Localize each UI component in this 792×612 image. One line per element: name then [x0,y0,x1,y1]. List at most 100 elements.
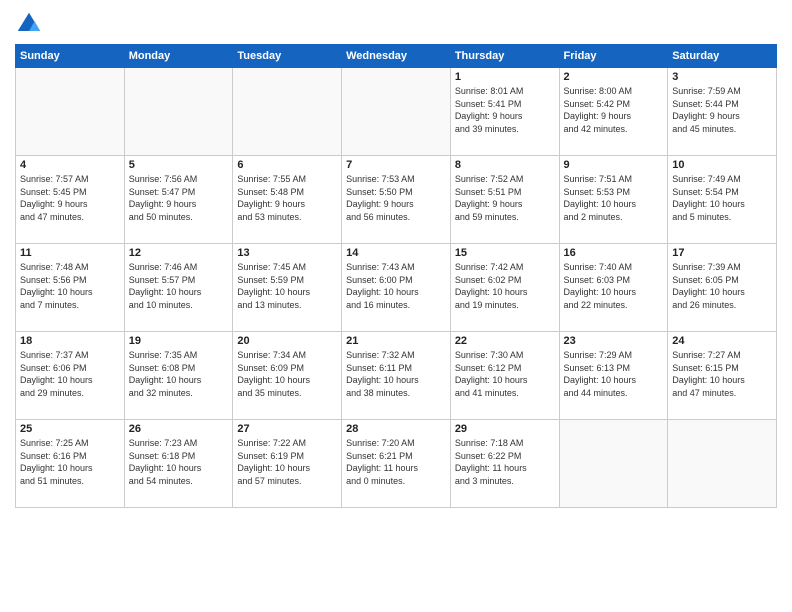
day-number: 2 [564,71,664,83]
day-info: Sunrise: 7:35 AM Sunset: 6:08 PM Dayligh… [129,349,229,399]
week-row-4: 25Sunrise: 7:25 AM Sunset: 6:16 PM Dayli… [16,420,777,508]
day-info: Sunrise: 7:40 AM Sunset: 6:03 PM Dayligh… [564,261,664,311]
calendar-cell: 21 Sunrise: 7:32 AM Sunset: 6:11 PM Dayli… [342,332,451,420]
day-info: Sunrise: 7:48 AM Sunset: 5:56 PM Dayligh… [20,261,120,311]
calendar-cell [233,68,342,156]
day-info: Sunrise: 7:32 AM Sunset: 6:11 PM Dayligh… [346,349,446,399]
calendar-cell: 22 Sunrise: 7:30 AM Sunset: 6:12 PM Dayli… [450,332,559,420]
week-row-1: 4Sunrise: 7:57 AM Sunset: 5:45 PM Daylig… [16,156,777,244]
day-number: 14 [346,247,446,259]
calendar-cell: 18 Sunrise: 7:37 AM Sunset: 6:06 PM Dayli… [16,332,125,420]
day-info: Sunrise: 8:01 AM Sunset: 5:41 PM Dayligh… [455,85,555,135]
day-number: 9 [564,159,664,171]
day-number: 24 [672,335,772,347]
header-day-tuesday: Tuesday [233,45,342,68]
calendar-cell [16,68,125,156]
calendar-cell [342,68,451,156]
calendar-table: SundayMondayTuesdayWednesdayThursdayFrid… [15,44,777,508]
page: SundayMondayTuesdayWednesdayThursdayFrid… [0,0,792,612]
day-number: 5 [129,159,229,171]
day-number: 10 [672,159,772,171]
week-row-3: 18 Sunrise: 7:37 AM Sunset: 6:06 PM Dayli… [16,332,777,420]
day-info: Sunrise: 7:51 AM Sunset: 5:53 PM Dayligh… [564,173,664,223]
day-number: 7 [346,159,446,171]
day-number: 15 [455,247,555,259]
logo-icon [15,10,43,38]
calendar-cell [668,420,777,508]
header-day-sunday: Sunday [16,45,125,68]
header-day-monday: Monday [124,45,233,68]
day-info: Sunrise: 7:46 AM Sunset: 5:57 PM Dayligh… [129,261,229,311]
calendar-cell: 10 Sunrise: 7:49 AM Sunset: 5:54 PM Dayli… [668,156,777,244]
calendar-header: SundayMondayTuesdayWednesdayThursdayFrid… [16,45,777,68]
day-number: 25 [20,423,120,435]
day-number: 21 [346,335,446,347]
day-number: 6 [237,159,337,171]
day-info: Sunrise: 7:53 AM Sunset: 5:50 PM Dayligh… [346,173,446,223]
week-row-2: 11 Sunrise: 7:48 AM Sunset: 5:56 PM Dayli… [16,244,777,332]
header-day-friday: Friday [559,45,668,68]
header-day-wednesday: Wednesday [342,45,451,68]
calendar-cell: 6 Sunrise: 7:55 AM Sunset: 5:48 PM Daylig… [233,156,342,244]
calendar-cell: 29 Sunrise: 7:18 AM Sunset: 6:22 PM Dayli… [450,420,559,508]
day-number: 28 [346,423,446,435]
calendar-cell: 11 Sunrise: 7:48 AM Sunset: 5:56 PM Dayli… [16,244,125,332]
header-day-thursday: Thursday [450,45,559,68]
day-info: Sunrise: 7:57 AM Sunset: 5:45 PM Dayligh… [20,173,120,223]
day-number: 27 [237,423,337,435]
calendar-cell: 13Sunrise: 7:45 AM Sunset: 5:59 PM Dayli… [233,244,342,332]
day-number: 16 [564,247,664,259]
calendar-cell [559,420,668,508]
day-number: 22 [455,335,555,347]
day-info: Sunrise: 8:00 AM Sunset: 5:42 PM Dayligh… [564,85,664,135]
day-info: Sunrise: 7:59 AM Sunset: 5:44 PM Dayligh… [672,85,772,135]
header [15,10,777,38]
day-info: Sunrise: 7:55 AM Sunset: 5:48 PM Dayligh… [237,173,337,223]
day-info: Sunrise: 7:22 AM Sunset: 6:19 PM Dayligh… [237,437,337,487]
calendar-cell: 5 Sunrise: 7:56 AM Sunset: 5:47 PM Daylig… [124,156,233,244]
calendar-cell: 15 Sunrise: 7:42 AM Sunset: 6:02 PM Dayli… [450,244,559,332]
week-row-0: 1 Sunrise: 8:01 AM Sunset: 5:41 PM Daylig… [16,68,777,156]
calendar-cell: 23 Sunrise: 7:29 AM Sunset: 6:13 PM Dayli… [559,332,668,420]
header-day-saturday: Saturday [668,45,777,68]
day-number: 12 [129,247,229,259]
calendar-cell: 9 Sunrise: 7:51 AM Sunset: 5:53 PM Daylig… [559,156,668,244]
logo [15,10,47,38]
calendar-cell: 4Sunrise: 7:57 AM Sunset: 5:45 PM Daylig… [16,156,125,244]
calendar-cell: 26Sunrise: 7:23 AM Sunset: 6:18 PM Dayli… [124,420,233,508]
day-number: 19 [129,335,229,347]
day-number: 13 [237,247,337,259]
calendar-cell: 27 Sunrise: 7:22 AM Sunset: 6:19 PM Dayli… [233,420,342,508]
day-info: Sunrise: 7:49 AM Sunset: 5:54 PM Dayligh… [672,173,772,223]
day-number: 23 [564,335,664,347]
calendar-cell: 2 Sunrise: 8:00 AM Sunset: 5:42 PM Daylig… [559,68,668,156]
calendar-cell: 14 Sunrise: 7:43 AM Sunset: 6:00 PM Dayli… [342,244,451,332]
calendar-cell: 7 Sunrise: 7:53 AM Sunset: 5:50 PM Daylig… [342,156,451,244]
day-number: 18 [20,335,120,347]
calendar-cell [124,68,233,156]
calendar-cell: 28 Sunrise: 7:20 AM Sunset: 6:21 PM Dayli… [342,420,451,508]
day-number: 17 [672,247,772,259]
day-info: Sunrise: 7:30 AM Sunset: 6:12 PM Dayligh… [455,349,555,399]
calendar-cell: 3 Sunrise: 7:59 AM Sunset: 5:44 PM Daylig… [668,68,777,156]
calendar-cell: 25Sunrise: 7:25 AM Sunset: 6:16 PM Dayli… [16,420,125,508]
calendar-cell: 12 Sunrise: 7:46 AM Sunset: 5:57 PM Dayli… [124,244,233,332]
calendar-cell: 20Sunrise: 7:34 AM Sunset: 6:09 PM Dayli… [233,332,342,420]
header-row: SundayMondayTuesdayWednesdayThursdayFrid… [16,45,777,68]
day-info: Sunrise: 7:56 AM Sunset: 5:47 PM Dayligh… [129,173,229,223]
day-info: Sunrise: 7:18 AM Sunset: 6:22 PM Dayligh… [455,437,555,487]
day-info: Sunrise: 7:43 AM Sunset: 6:00 PM Dayligh… [346,261,446,311]
day-number: 29 [455,423,555,435]
calendar-cell: 24Sunrise: 7:27 AM Sunset: 6:15 PM Dayli… [668,332,777,420]
day-info: Sunrise: 7:37 AM Sunset: 6:06 PM Dayligh… [20,349,120,399]
day-number: 20 [237,335,337,347]
calendar-cell: 1 Sunrise: 8:01 AM Sunset: 5:41 PM Daylig… [450,68,559,156]
day-info: Sunrise: 7:39 AM Sunset: 6:05 PM Dayligh… [672,261,772,311]
day-info: Sunrise: 7:20 AM Sunset: 6:21 PM Dayligh… [346,437,446,487]
day-number: 3 [672,71,772,83]
day-info: Sunrise: 7:42 AM Sunset: 6:02 PM Dayligh… [455,261,555,311]
day-number: 11 [20,247,120,259]
calendar-body: 1 Sunrise: 8:01 AM Sunset: 5:41 PM Daylig… [16,68,777,508]
day-number: 1 [455,71,555,83]
day-info: Sunrise: 7:29 AM Sunset: 6:13 PM Dayligh… [564,349,664,399]
